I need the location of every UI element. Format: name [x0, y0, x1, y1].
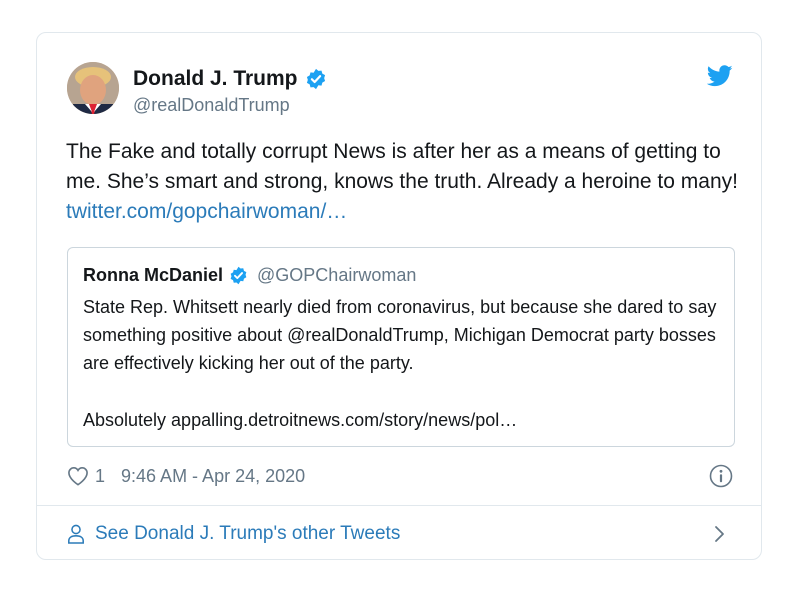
person-icon	[68, 524, 84, 544]
author-name-row[interactable]: Donald J. Trump	[133, 66, 327, 92]
chevron-right-icon[interactable]	[713, 523, 727, 545]
author-handle[interactable]: @realDonaldTrump	[133, 95, 290, 116]
quoted-author-name: Ronna McDaniel	[83, 264, 224, 285]
tweet-text: The Fake and totally corrupt News is aft…	[66, 137, 746, 227]
twitter-bird-icon[interactable]	[707, 65, 733, 87]
see-other-tweets-label[interactable]: See Donald J. Trump's other Tweets	[95, 523, 400, 545]
verified-badge-icon	[230, 266, 247, 284]
verified-badge-icon	[306, 68, 325, 90]
like-count[interactable]: 1	[95, 466, 105, 487]
tweet-body: The Fake and totally corrupt News is aft…	[66, 140, 738, 193]
author-avatar[interactable]	[67, 62, 119, 114]
quoted-author-handle: @GOPChairwoman	[257, 264, 417, 285]
divider	[37, 505, 761, 506]
quoted-tweet-text: State Rep. Whitsett nearly died from cor…	[83, 297, 717, 373]
tweet-meta-row: 1 9:46 AM - Apr 24, 2020	[67, 463, 305, 489]
tweet-embed-card: Donald J. Trump @realDonaldTrump The Fak…	[36, 32, 762, 560]
tweet-link[interactable]: twitter.com/gopchairwoman/…	[66, 200, 347, 223]
author-name[interactable]: Donald J. Trump	[133, 67, 298, 91]
quoted-author-row: Ronna McDaniel @GOPChairwoman	[83, 262, 416, 288]
quoted-tweet[interactable]: Ronna McDaniel @GOPChairwoman State Rep.…	[67, 247, 735, 447]
tweet-timestamp[interactable]: 9:46 AM - Apr 24, 2020	[121, 466, 305, 487]
see-other-tweets-link[interactable]: See Donald J. Trump's other Tweets	[67, 521, 400, 547]
quoted-tweet-text-2: Absolutely appalling.detroitnews.com/sto…	[83, 410, 518, 430]
info-icon[interactable]	[709, 464, 733, 488]
avatar-image	[67, 62, 119, 114]
heart-icon[interactable]	[67, 466, 89, 486]
